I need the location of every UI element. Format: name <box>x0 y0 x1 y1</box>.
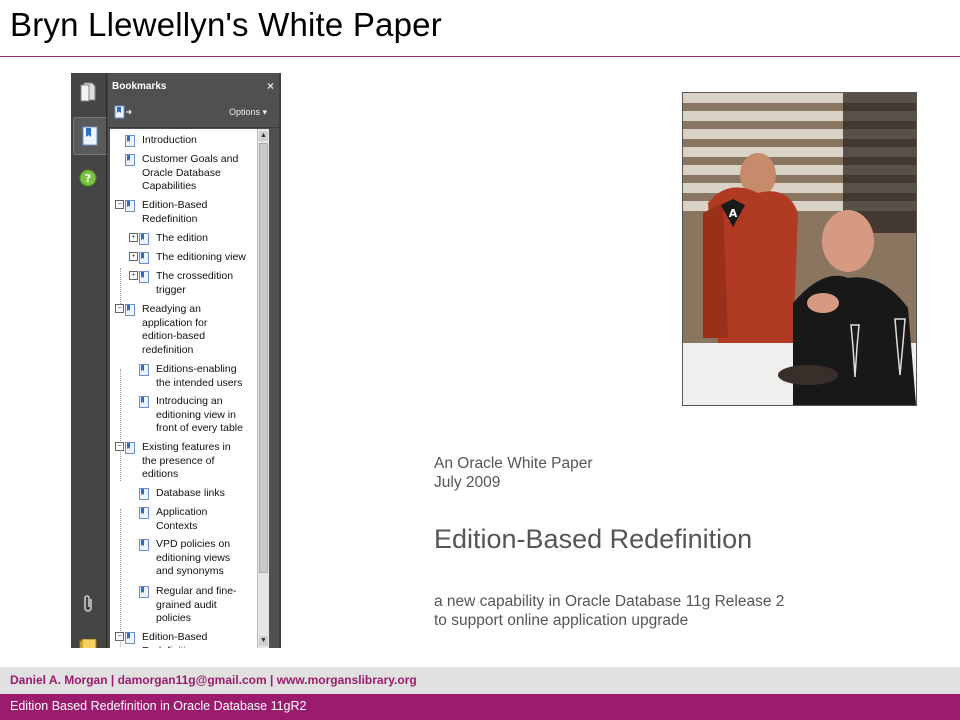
bookmark-label: The edition <box>156 232 208 244</box>
subtitle-line-2: to support online application upgrade <box>434 612 689 629</box>
pdf-viewer-window: ? Bookmarks × Options ▾ Introduction Cus… <box>71 73 281 648</box>
bookmarks-scrollbar[interactable]: ▲ ▼ <box>257 129 269 648</box>
collapse-toggle[interactable]: − <box>115 632 124 641</box>
bookmark-icon <box>125 154 135 166</box>
slide-title: Bryn Llewellyn's White Paper <box>10 6 442 43</box>
close-icon[interactable]: × <box>267 79 274 93</box>
tree-guide <box>120 268 121 304</box>
new-bookmark-icon[interactable] <box>114 105 132 124</box>
bookmark-label: Edition-Based Redefinition <box>142 631 208 648</box>
footer-caption: Edition Based Redefinition in Oracle Dat… <box>10 699 307 713</box>
scroll-down-icon[interactable]: ▼ <box>259 636 268 646</box>
contact-footer: Daniel A. Morgan | damorgan11g@gmail.com… <box>0 667 960 694</box>
subtitle-line-1: a new capability in Oracle Database 11g … <box>434 593 785 610</box>
bookmark-icon <box>139 396 149 408</box>
bookmarks-toolbar: Options ▾ <box>108 99 279 128</box>
attachment-icon[interactable] <box>76 591 100 617</box>
bookmark-label: Database links <box>156 487 225 499</box>
bookmark-icon <box>125 442 135 454</box>
bookmark-icon <box>125 200 135 212</box>
tree-guide <box>120 509 121 648</box>
bookmark-label: VPD policies on editioning views and syn… <box>156 538 231 577</box>
bookmark-label: Edition-Based Redefinition <box>142 199 208 225</box>
collapse-toggle[interactable]: − <box>115 442 124 451</box>
bookmark-label: Customer Goals and Oracle Database Capab… <box>142 153 239 192</box>
help-icon[interactable]: ? <box>76 165 100 191</box>
tree-guide <box>120 369 121 481</box>
layers-icon[interactable] <box>76 633 100 648</box>
bookmark-icon <box>139 364 149 376</box>
bookmark-icon <box>125 304 135 316</box>
collapse-toggle[interactable]: − <box>115 304 124 313</box>
scroll-thumb[interactable] <box>259 143 268 573</box>
navigation-rail: ? <box>71 73 107 648</box>
svg-text:?: ? <box>85 172 91 185</box>
bookmark-icon <box>125 135 135 147</box>
restaurant-photo: A <box>682 92 917 406</box>
caption-footer: Edition Based Redefinition in Oracle Dat… <box>0 694 960 720</box>
bookmark-label: Editions-enabling the intended users <box>156 363 243 389</box>
bookmarks-icon[interactable] <box>73 117 106 155</box>
bookmark-icon <box>139 233 149 245</box>
bookmark-label: Introducing an editioning view in front … <box>156 395 243 434</box>
white-paper-title: Edition-Based Redefinition <box>434 524 753 554</box>
expand-toggle[interactable]: + <box>129 233 138 242</box>
bookmark-icon <box>125 632 135 644</box>
kicker-line-1: An Oracle White Paper <box>434 455 593 472</box>
bookmark-icon <box>139 252 149 264</box>
bookmark-label: Introduction <box>142 134 197 146</box>
pages-icon[interactable] <box>76 79 100 105</box>
bookmarks-title: Bookmarks <box>112 81 167 92</box>
bookmark-icon <box>139 507 149 519</box>
bookmarks-tree: Introduction Customer Goals and Oracle D… <box>110 129 257 648</box>
white-paper-subtitle: a new capability in Oracle Database 11g … <box>434 592 784 630</box>
contact-line: Daniel A. Morgan | damorgan11g@gmail.com… <box>10 673 417 687</box>
kicker-line-2: July 2009 <box>434 474 501 491</box>
scroll-up-icon[interactable]: ▲ <box>259 131 268 141</box>
bookmark-icon <box>139 271 149 283</box>
bookmarks-header: Bookmarks × <box>108 73 279 99</box>
title-divider <box>0 56 960 57</box>
white-paper-kicker: An Oracle White Paper July 2009 <box>434 454 593 492</box>
bookmark-icon <box>139 488 149 500</box>
bookmark-label: Application Contexts <box>156 506 208 532</box>
bookmark-label: Regular and fine-grained audit policies <box>156 585 237 624</box>
bookmark-label: The editioning view <box>156 251 246 263</box>
bookmark-icon <box>139 586 149 598</box>
bookmark-label: Existing features in the presence of edi… <box>142 441 231 480</box>
bookmarks-panel: Bookmarks × Options ▾ Introduction Custo… <box>108 73 279 648</box>
bookmark-label: Readying an application for edition-base… <box>142 303 208 356</box>
expand-toggle[interactable]: + <box>129 252 138 261</box>
options-menu[interactable]: Options ▾ <box>229 107 267 118</box>
svg-text:A: A <box>729 207 738 220</box>
collapse-toggle[interactable]: − <box>115 200 124 209</box>
expand-toggle[interactable]: + <box>129 271 138 280</box>
bookmark-label: The crossedition trigger <box>156 270 234 296</box>
bookmark-icon <box>139 539 149 551</box>
